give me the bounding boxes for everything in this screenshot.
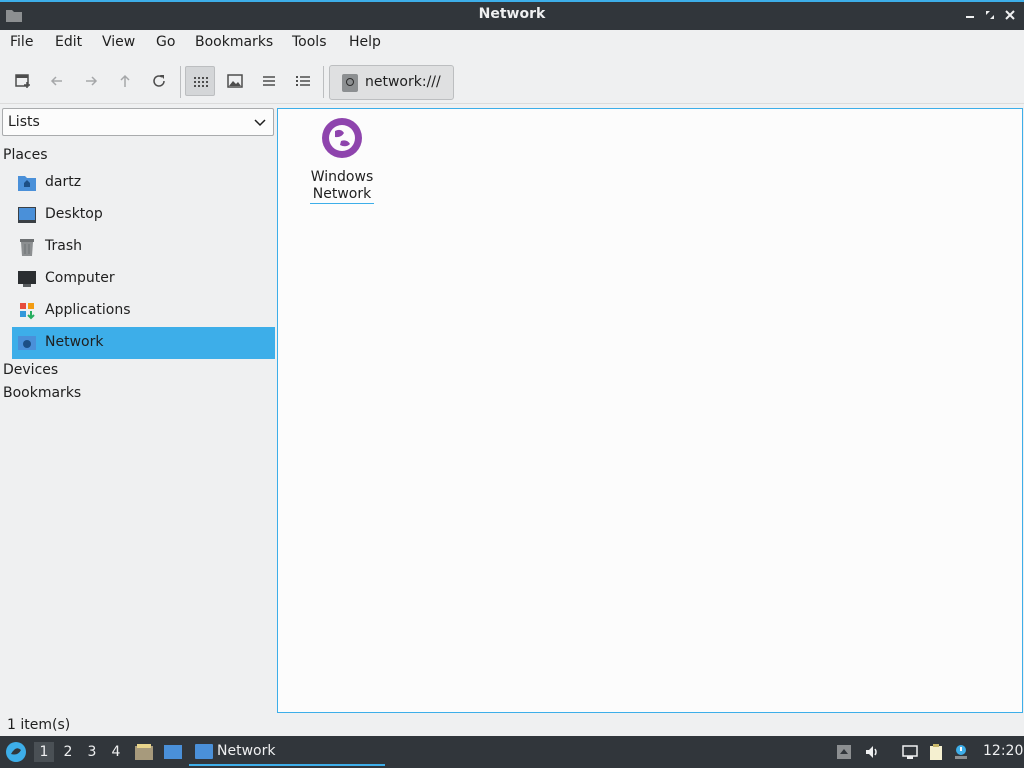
place-label: Computer: [45, 270, 115, 286]
place-item-dartz[interactable]: dartz: [12, 167, 275, 199]
close-button[interactable]: [1002, 7, 1018, 23]
compact-view-button[interactable]: [254, 66, 284, 96]
place-label: Network: [45, 334, 104, 350]
file-view[interactable]: Windows Network: [277, 108, 1023, 713]
thumbnail-view-button[interactable]: [220, 66, 250, 96]
minimize-icon: [966, 16, 974, 18]
place-label: Applications: [45, 302, 131, 318]
thumbnail-view-icon: [227, 74, 243, 88]
maximize-button[interactable]: [982, 7, 998, 23]
side-pane-mode-combo[interactable]: Lists: [2, 108, 274, 136]
menu-bar: File Edit View Go Bookmarks Tools Help: [0, 30, 1024, 58]
workspace-4-button[interactable]: 4: [106, 742, 126, 762]
network-drive-icon: [342, 74, 358, 92]
network-status-icon[interactable]: [902, 744, 918, 760]
place-item-trash[interactable]: Trash: [12, 231, 275, 263]
workspace-2-button[interactable]: 2: [58, 742, 78, 762]
up-icon: [120, 74, 130, 87]
menu-bookmarks[interactable]: Bookmarks: [195, 34, 273, 50]
devices-header[interactable]: Devices: [3, 362, 58, 378]
new-tab-icon: [15, 74, 30, 88]
file-item-label: Windows Network: [310, 169, 374, 202]
task-label: Network: [217, 743, 276, 759]
workspace-1-button[interactable]: 1: [34, 742, 54, 762]
compact-view-icon: [263, 76, 275, 86]
update-notifier-icon[interactable]: [953, 744, 969, 760]
trash-icon: [20, 239, 34, 256]
menu-help[interactable]: Help: [349, 34, 381, 50]
side-pane: Lists Places dartz Desktop Trash Compute…: [0, 106, 276, 714]
place-item-network[interactable]: Network: [12, 327, 275, 359]
network-icon: [18, 336, 36, 350]
detailed-list-icon: [296, 76, 310, 86]
combo-value: Lists: [8, 114, 40, 130]
place-label: Trash: [45, 238, 82, 254]
menu-file[interactable]: File: [10, 34, 33, 50]
menu-go[interactable]: Go: [156, 34, 175, 50]
minimize-button[interactable]: [962, 7, 978, 23]
maximize-icon: [986, 11, 994, 19]
location-text: network:///: [365, 74, 441, 90]
workspace-3-button[interactable]: 3: [82, 742, 102, 762]
file-manager-launcher-icon[interactable]: [134, 743, 154, 761]
place-label: dartz: [45, 174, 82, 190]
tray-arrow-icon[interactable]: [836, 744, 852, 760]
menu-edit[interactable]: Edit: [55, 34, 82, 50]
home-folder-icon: [18, 176, 36, 191]
selection-underline: [310, 203, 374, 204]
forward-button[interactable]: [76, 66, 106, 96]
icon-view-button[interactable]: [185, 66, 215, 96]
icon-view-icon: [194, 77, 208, 87]
place-label: Desktop: [45, 206, 103, 222]
task-button-network[interactable]: Network: [189, 738, 385, 766]
up-button[interactable]: [110, 66, 140, 96]
windows-network-icon: [322, 118, 362, 158]
detailed-list-button[interactable]: [288, 66, 318, 96]
clock[interactable]: 12:20: [983, 743, 1023, 759]
toolbar-separator: [323, 66, 324, 98]
menu-view[interactable]: View: [102, 34, 135, 50]
window-title: Network: [478, 6, 546, 22]
lxqt-start-menu-icon[interactable]: [5, 741, 27, 763]
taskbar-panel: 1 2 3 4 Network 12:20: [0, 736, 1024, 768]
back-button[interactable]: [42, 66, 72, 96]
reload-icon: [153, 75, 165, 87]
applications-icon: [20, 303, 35, 320]
volume-icon[interactable]: [864, 744, 880, 760]
computer-icon: [18, 271, 36, 287]
place-item-applications[interactable]: Applications: [12, 295, 275, 327]
reload-button[interactable]: [144, 66, 174, 96]
new-tab-button[interactable]: [8, 66, 38, 96]
forward-icon: [86, 76, 98, 86]
toolbar-separator: [180, 66, 181, 98]
status-text: 1 item(s): [7, 717, 71, 733]
location-path-button[interactable]: network:///: [329, 65, 454, 100]
place-item-computer[interactable]: Computer: [12, 263, 275, 295]
toolbar: network:///: [0, 60, 1024, 104]
bookmarks-header[interactable]: Bookmarks: [3, 385, 81, 401]
close-icon: [1005, 10, 1015, 20]
folder-icon: [195, 744, 213, 759]
chevron-down-icon: [254, 119, 266, 127]
place-item-desktop[interactable]: Desktop: [12, 199, 275, 231]
file-item-windows-network[interactable]: Windows Network: [306, 115, 378, 204]
show-desktop-icon[interactable]: [163, 743, 183, 761]
places-header[interactable]: Places: [3, 147, 48, 163]
desktop-icon: [18, 207, 36, 223]
title-bar[interactable]: Network: [0, 0, 1024, 30]
menu-tools[interactable]: Tools: [292, 34, 327, 50]
status-bar: 1 item(s): [0, 714, 1024, 736]
clipboard-icon[interactable]: [928, 744, 944, 760]
back-icon: [50, 76, 62, 86]
